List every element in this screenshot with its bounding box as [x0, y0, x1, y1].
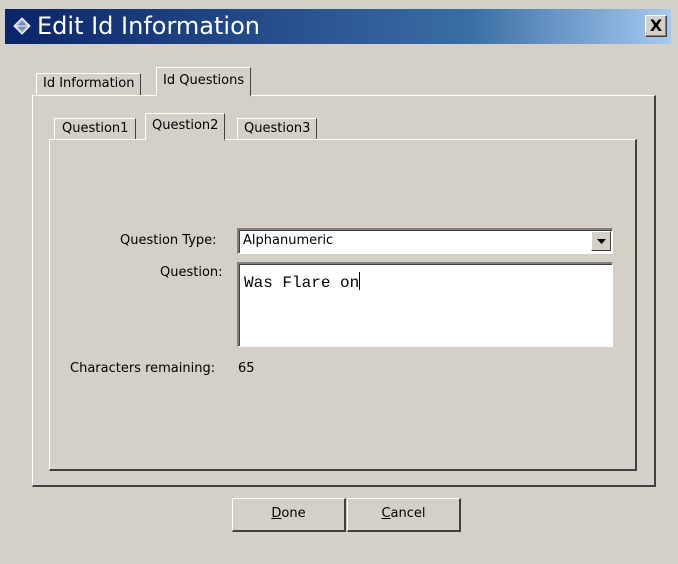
tab-id-questions-label: Id Questions	[163, 73, 245, 88]
cancel-label: ancel	[390, 506, 426, 521]
tab-id-information[interactable]: Id Information	[36, 73, 142, 95]
tab-question2-label: Question2	[152, 118, 219, 133]
question2-panel	[49, 139, 637, 471]
tab-id-questions[interactable]: Id Questions	[156, 67, 252, 97]
tab-id-information-label: Id Information	[43, 76, 135, 91]
done-mnemonic: D	[271, 506, 282, 521]
cancel-button[interactable]: Cancel	[347, 498, 461, 532]
cancel-mnemonic: C	[381, 506, 391, 521]
close-icon: X	[649, 16, 663, 35]
close-button[interactable]: X	[645, 15, 667, 37]
window-title: Edit Id Information	[37, 12, 260, 40]
done-button[interactable]: Done	[232, 498, 346, 532]
tab-question2[interactable]: Question2	[145, 113, 226, 141]
app-diamond-icon	[13, 17, 31, 35]
done-label: one	[281, 506, 306, 521]
edit-id-information-dialog: Edit Id Information X Id Information Id …	[0, 0, 678, 564]
title-bar[interactable]: Edit Id Information X	[5, 9, 671, 44]
